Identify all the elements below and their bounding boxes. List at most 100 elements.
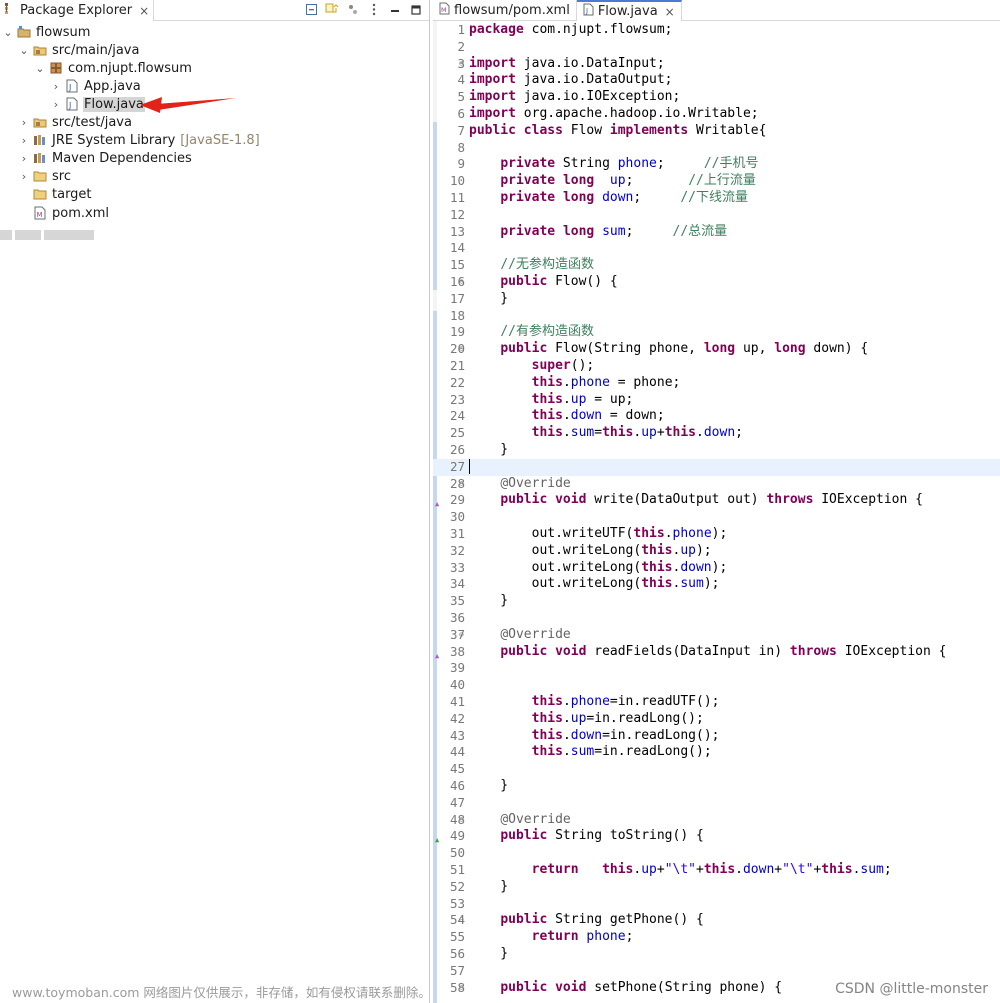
code-line[interactable]: 56 } — [433, 946, 1000, 963]
chevron-right-icon[interactable]: › — [18, 113, 30, 131]
chevron-right-icon[interactable]: › — [18, 167, 30, 185]
tab-pom-xml[interactable]: M flowsum/pom.xml — [433, 0, 577, 21]
code-line[interactable]: 26 } — [433, 442, 1000, 459]
code-line[interactable]: 24 this.down = down; — [433, 408, 1000, 425]
code-line[interactable]: 2 — [433, 39, 1000, 56]
chevron-right-icon[interactable]: › — [18, 149, 30, 167]
tree-item-pom-xml[interactable]: M pom.xml — [33, 204, 110, 222]
code-line[interactable]: 10 private long up; //上行流量 — [433, 173, 1000, 190]
code-line[interactable]: 6 import org.apache.hadoop.io.Writable; — [433, 106, 1000, 123]
code-line[interactable]: 47 — [433, 795, 1000, 812]
code-line[interactable]: 38 ▲ public void readFields(DataInput in)… — [433, 644, 1000, 661]
chevron-right-icon[interactable]: › — [50, 77, 62, 95]
code-line[interactable]: 54 ⊖ public String getPhone() { — [433, 912, 1000, 929]
code-line[interactable]: 39 — [433, 660, 1000, 677]
close-icon[interactable]: × — [139, 4, 149, 18]
code-line[interactable]: 23 this.up = up; — [433, 392, 1000, 409]
code-line[interactable]: 29 ▲ public void write(DataOutput out) th… — [433, 492, 1000, 509]
tab-flow-java[interactable]: J Flow.java × — [576, 0, 682, 21]
code-line[interactable]: 48 ⊖ @Override — [433, 812, 1000, 829]
library-icon — [33, 151, 47, 165]
code-line[interactable]: 33 out.writeLong(this.down); — [433, 560, 1000, 577]
code-line[interactable]: 7 public class Flow implements Writable{ — [433, 123, 1000, 140]
code-line[interactable]: 41 this.phone=in.readUTF(); — [433, 694, 1000, 711]
fold-toggle-icon[interactable]: ⊖ — [459, 274, 464, 291]
fold-toggle-icon[interactable]: ⊖ — [459, 812, 464, 829]
tree-item-package[interactable]: ⌄ com.njupt.flowsum — [34, 59, 193, 77]
tree-item-src-test-java[interactable]: › src/test/java — [18, 113, 133, 131]
filter-icon[interactable] — [346, 2, 360, 17]
code-line[interactable]: 30 — [433, 509, 1000, 526]
chevron-down-icon[interactable]: ⌄ — [34, 59, 46, 77]
code-line[interactable]: 9 private String phone; //手机号 — [433, 156, 1000, 173]
chevron-right-icon[interactable]: › — [50, 95, 62, 113]
code-line[interactable]: 21 super(); — [433, 358, 1000, 375]
chevron-right-icon[interactable]: › — [18, 131, 30, 149]
code-line[interactable]: 55 return phone; — [433, 929, 1000, 946]
code-line[interactable]: 44 this.sum=in.readLong(); — [433, 744, 1000, 761]
fold-toggle-icon[interactable]: ⊖ — [459, 627, 464, 644]
code-line[interactable]: 46 } — [433, 778, 1000, 795]
fold-toggle-icon[interactable]: ⊖ — [459, 980, 464, 997]
tree-item-target[interactable]: target — [33, 185, 93, 203]
code-line[interactable]: 50 — [433, 845, 1000, 862]
code-line[interactable]: 18 — [433, 308, 1000, 325]
code-line[interactable]: 5 import java.io.IOException; — [433, 89, 1000, 106]
code-line[interactable]: 27 — [433, 458, 1000, 476]
fold-toggle-icon[interactable]: ⊖ — [459, 476, 464, 493]
code-line[interactable]: 20 ⊖ public Flow(String phone, long up, l… — [433, 341, 1000, 358]
code-line[interactable]: 32 out.writeLong(this.up); — [433, 543, 1000, 560]
line-number: 11 — [449, 190, 465, 205]
code-line[interactable]: 17 } — [433, 291, 1000, 308]
code-line[interactable]: 43 this.down=in.readLong(); — [433, 728, 1000, 745]
code-line[interactable]: 40 — [433, 677, 1000, 694]
code-line[interactable]: 53 — [433, 896, 1000, 913]
collapse-all-icon[interactable] — [304, 2, 318, 17]
code-line[interactable]: 49 ▲ public String toString() { — [433, 828, 1000, 845]
code-line[interactable]: 11 private long down; //下线流量 — [433, 190, 1000, 207]
code-line[interactable]: 52 } — [433, 879, 1000, 896]
code-line[interactable]: 34 out.writeLong(this.sum); — [433, 576, 1000, 593]
code-line[interactable]: 51 return this.up+"\t"+this.down+"\t"+th… — [433, 862, 1000, 879]
close-icon[interactable]: × — [665, 5, 675, 19]
code-line[interactable]: 25 this.sum=this.up+this.down; — [433, 425, 1000, 442]
tree-item-src-main-java[interactable]: ⌄ src/main/java — [18, 41, 140, 59]
fold-toggle-icon[interactable]: ⊖ — [459, 912, 464, 929]
code-line[interactable]: 16 ⊖ public Flow() { — [433, 274, 1000, 291]
code-line[interactable]: 12 — [433, 207, 1000, 224]
fold-toggle-icon[interactable]: ⊖ — [459, 341, 464, 358]
code-line[interactable]: 3 ⊖ import java.io.DataInput; — [433, 56, 1000, 73]
code-line[interactable]: 37 ⊖ @Override — [433, 627, 1000, 644]
code-line[interactable]: 14 — [433, 240, 1000, 257]
tree-item-flow-java[interactable]: › J Flow.java — [50, 95, 145, 113]
tree-item-app-java[interactable]: › J App.java — [50, 77, 142, 95]
code-line[interactable]: 31 out.writeUTF(this.phone); — [433, 526, 1000, 543]
link-with-editor-icon[interactable] — [325, 2, 339, 17]
minimize-icon[interactable] — [388, 2, 402, 17]
code-line[interactable]: 45 — [433, 761, 1000, 778]
chevron-down-icon[interactable]: ⌄ — [18, 41, 30, 59]
code-line[interactable]: 1 package com.njupt.flowsum; — [433, 22, 1000, 39]
code-line[interactable]: 19 //有参构造函数 — [433, 324, 1000, 341]
code-line[interactable]: 22 this.phone = phone; — [433, 375, 1000, 392]
view-menu-icon[interactable] — [367, 2, 381, 17]
code-line[interactable]: 36 — [433, 610, 1000, 627]
code-line[interactable]: 4 import java.io.DataOutput; — [433, 72, 1000, 89]
chevron-down-icon[interactable]: ⌄ — [2, 23, 14, 41]
code-line[interactable]: 15 //无参构造函数 — [433, 257, 1000, 274]
code-line[interactable]: 35 } — [433, 593, 1000, 610]
code-line[interactable]: 42 this.up=in.readLong(); — [433, 711, 1000, 728]
tab-package-explorer[interactable]: Package Explorer × — [0, 0, 155, 21]
code-line[interactable]: 57 — [433, 963, 1000, 980]
tree-item-maven-dependencies[interactable]: › Maven Dependencies — [18, 149, 193, 167]
code-token: =in.readLong(); — [586, 710, 704, 726]
tree-item-src[interactable]: › src — [18, 167, 72, 185]
fold-toggle-icon[interactable]: ⊖ — [459, 56, 464, 73]
code-line[interactable]: 13 private long sum; //总流量 — [433, 224, 1000, 241]
code-line[interactable]: 8 — [433, 140, 1000, 157]
maximize-icon[interactable] — [409, 2, 423, 17]
tree-item-jre-library[interactable]: › JRE System Library [JavaSE-1.8] — [18, 131, 260, 149]
code-line[interactable]: 28 ⊖ @Override — [433, 476, 1000, 493]
tree-item-flowsum[interactable]: ⌄ flowsum — [2, 23, 91, 41]
